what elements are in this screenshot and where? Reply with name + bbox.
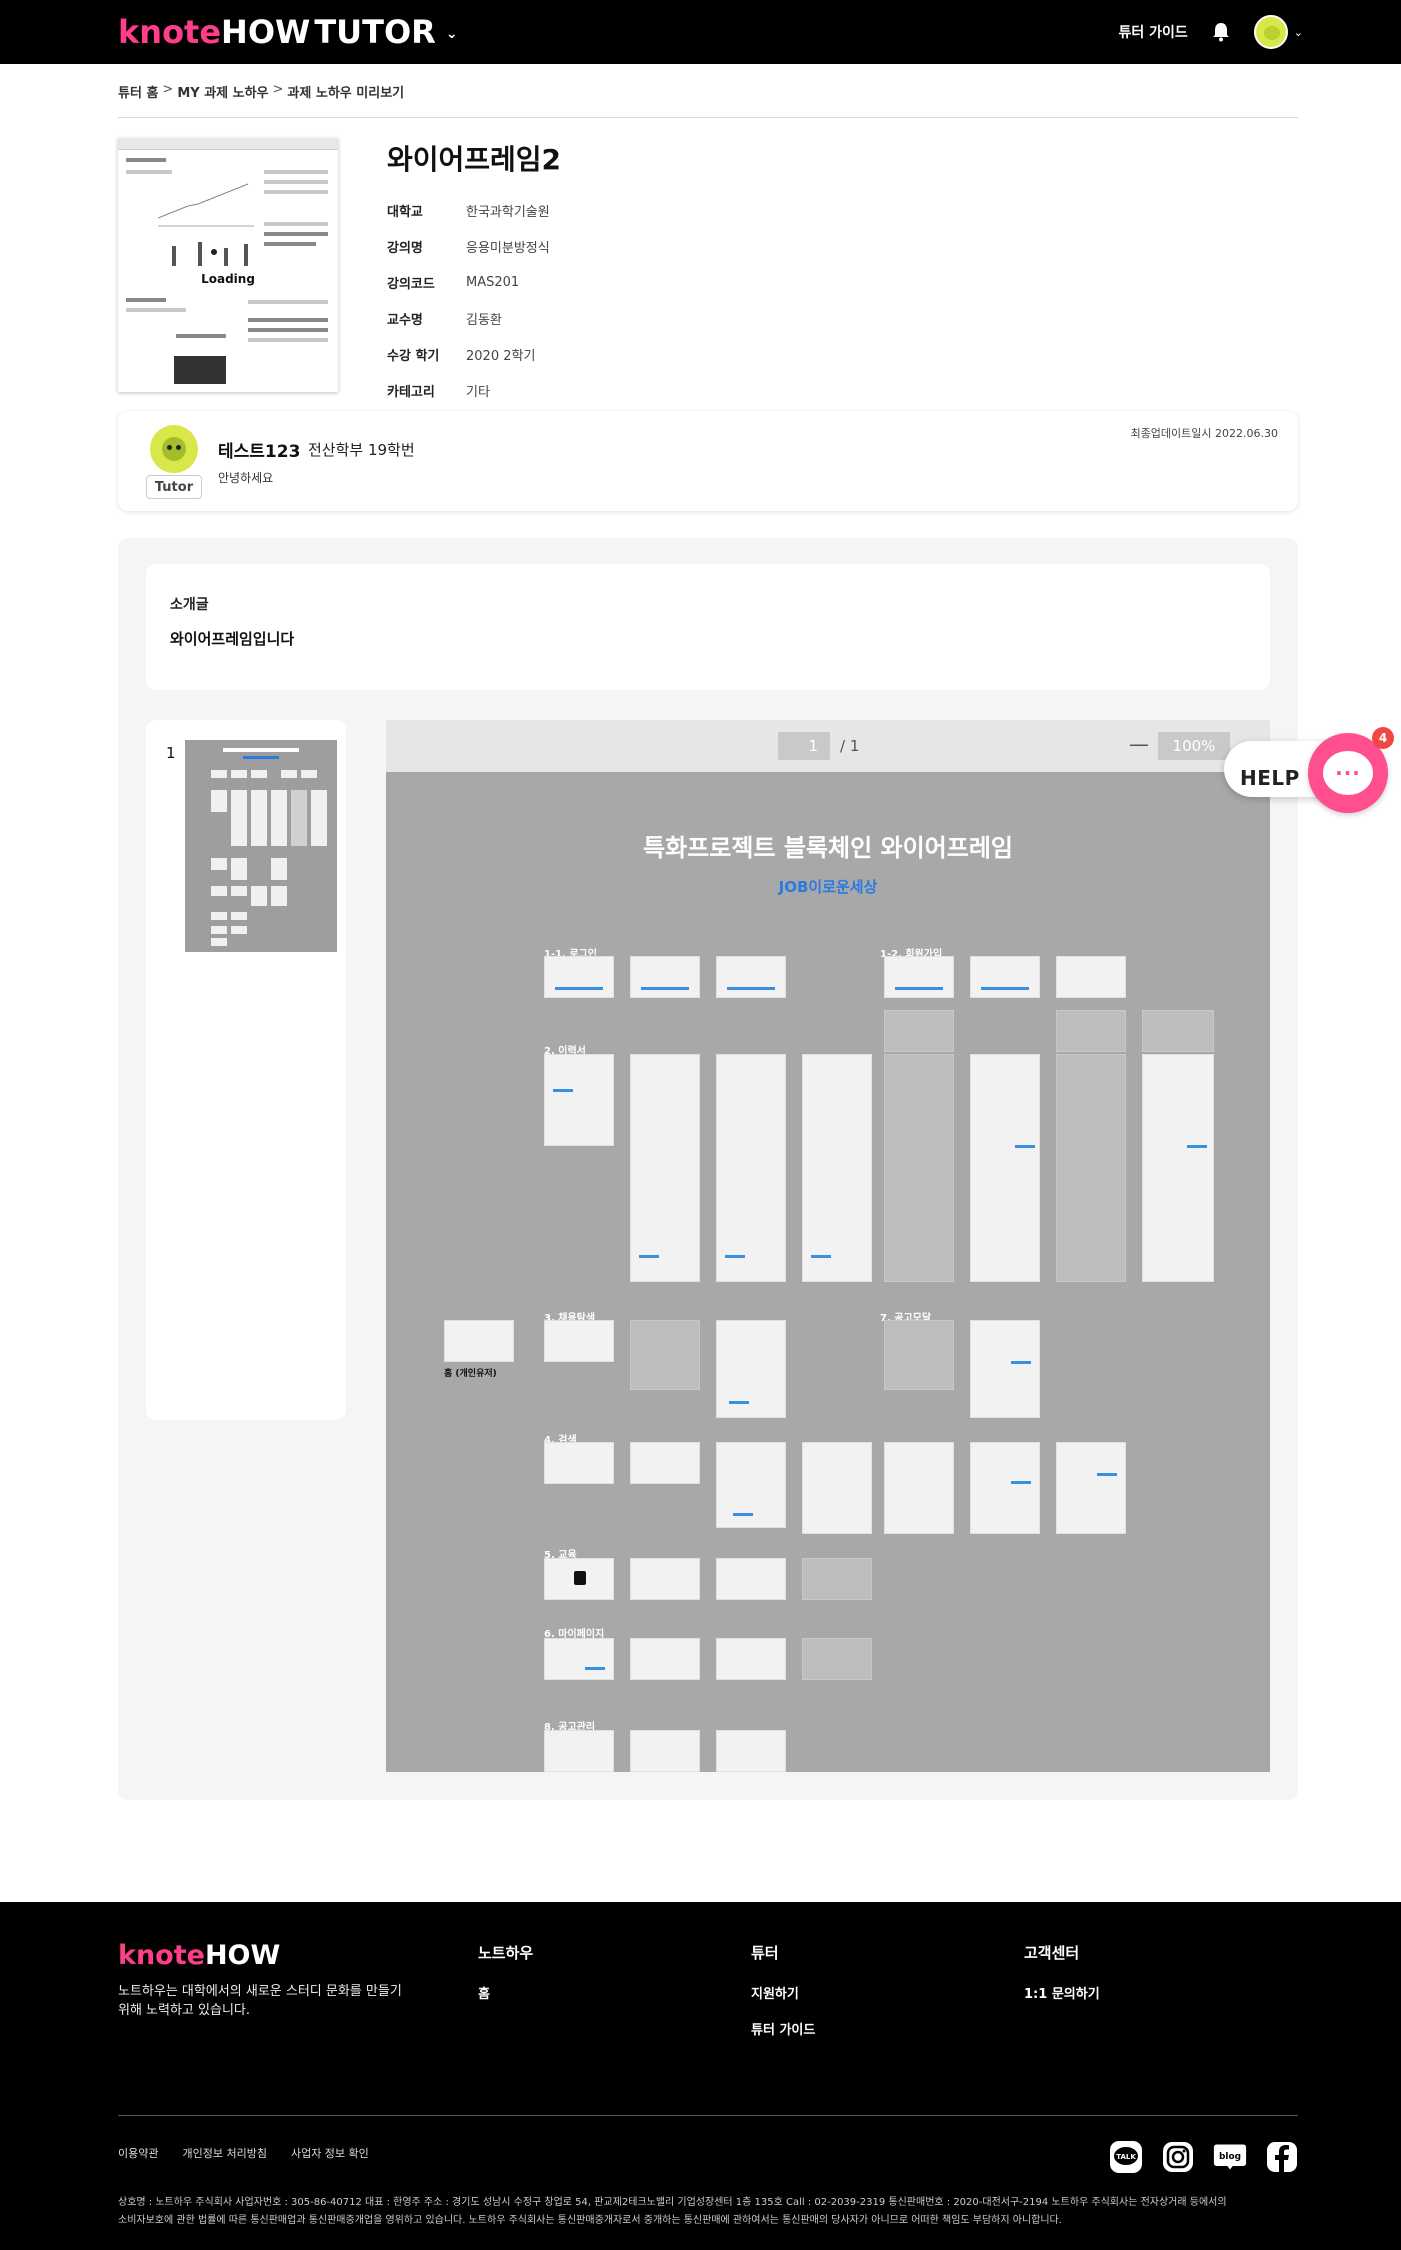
loading-text: Loading: [201, 272, 255, 286]
footer-link-inquiry[interactable]: 1:1 문의하기: [1024, 1983, 1100, 2002]
home-personal-label: 홈 (개인유저): [444, 1369, 497, 1379]
page-number-input[interactable]: 1: [778, 732, 830, 760]
blog-icon[interactable]: blog: [1213, 2140, 1247, 2174]
footer-logo[interactable]: knoteHOW: [118, 1940, 280, 1971]
privacy-link[interactable]: 개인정보 처리방침: [182, 2145, 266, 2161]
knotehow-tutor-logo[interactable]: knote HOW TUTOR ⌄: [118, 12, 458, 52]
help-label: HELP: [1240, 766, 1300, 790]
document-thumbnail: Loading: [118, 138, 338, 392]
zoom-out-button[interactable]: —: [1129, 734, 1149, 756]
footer-col-notehow: 노트하우 홈: [478, 1942, 533, 2019]
logo-note: knote: [118, 13, 222, 51]
footer-col-title: 튜터: [751, 1944, 779, 1962]
chevron-down-icon[interactable]: ⌄: [446, 26, 458, 42]
footer-logo-note: knote: [118, 1940, 205, 1971]
social-links: TALK blog: [1109, 2140, 1299, 2174]
intro-body: 와이어프레임입니다: [170, 630, 295, 648]
footer-policy-links: 이용약관 개인정보 처리방침 사업자 정보 확인: [118, 2145, 369, 2161]
wireframe-title: 특화프로젝트 블록체인 와이어프레임: [643, 834, 1013, 862]
footer-link-home[interactable]: 홈: [478, 1983, 533, 2002]
svg-text:TALK: TALK: [1116, 2153, 1136, 2161]
intro-title: 소개글: [170, 597, 209, 613]
breadcrumb-separator: >: [162, 82, 174, 97]
svg-text:blog: blog: [1219, 2152, 1241, 2162]
logo-tutor: TUTOR: [314, 13, 436, 51]
chevron-down-icon: ⌄: [1293, 25, 1303, 39]
top-header: knote HOW TUTOR ⌄ 튜터 가이드 ⌄: [0, 0, 1401, 64]
intro-card: 소개글 와이어프레임입니다: [146, 564, 1270, 690]
content-panel: 소개글 와이어프레임입니다 1 1 / 1 — 100% 특화프로젝트 블록체인…: [118, 538, 1298, 1800]
tutor-badge: Tutor: [146, 475, 202, 499]
info-value: 2020 2학기: [466, 348, 536, 364]
zoom-level[interactable]: 100%: [1158, 732, 1230, 760]
breadcrumb-tutor-home[interactable]: 튜터 홈: [118, 82, 158, 101]
info-key: 대학교: [387, 204, 423, 220]
breadcrumb: 튜터 홈 > MY 과제 노하우 > 과제 노하우 미리보기: [118, 82, 404, 101]
footer-link-tutor-guide[interactable]: 튜터 가이드: [751, 2019, 815, 2038]
help-badge: 4: [1372, 727, 1394, 749]
tutor-guide-link[interactable]: 튜터 가이드: [1119, 22, 1188, 42]
logo-how: HOW: [221, 13, 311, 51]
footer-logo-how: HOW: [204, 1940, 281, 1971]
tutor-name: 테스트123: [218, 442, 301, 462]
header-divider: [118, 117, 1298, 118]
facebook-icon[interactable]: [1265, 2140, 1299, 2174]
info-row-course-name: 강의명 응용미분방정식: [387, 228, 550, 264]
user-menu[interactable]: ⌄: [1253, 15, 1303, 49]
info-key: 강의명: [387, 240, 423, 256]
footer-link-apply[interactable]: 지원하기: [751, 1983, 815, 2002]
footer-legal: 상호명 : 노트하우 주식회사 사업자번호 : 305-86-40712 대표 …: [118, 2194, 1298, 2230]
footer-divider: [118, 2115, 1298, 2116]
kakaotalk-icon[interactable]: TALK: [1109, 2140, 1143, 2174]
business-info-link[interactable]: 사업자 정보 확인: [291, 2145, 369, 2161]
tutor-avatar: [150, 425, 198, 473]
header-actions: 튜터 가이드 ⌄: [1119, 15, 1303, 49]
info-key: 카테고리: [387, 384, 435, 400]
footer-legal-line-2: 소비자보호에 관한 법률에 따른 통신판매업과 통신판매중개업을 영위하고 있습…: [118, 2215, 1062, 2226]
tutor-profile-card: Tutor 테스트123 전산학부 19학번 안녕하세요 최종업데이트일시 20…: [118, 411, 1298, 511]
info-key: 교수명: [387, 312, 423, 328]
footer-col-title: 고객센터: [1024, 1944, 1080, 1962]
info-key: 수강 학기: [387, 348, 440, 364]
info-value: 응용미분방정식: [466, 240, 550, 256]
tutor-department: 전산학부 19학번: [308, 441, 415, 459]
total-pages: / 1: [840, 737, 860, 755]
footer-description: 노트하우는 대학에서의 새로운 스터디 문화를 만들기 위해 노력하고 있습니다…: [118, 1984, 402, 2018]
document-viewer: 1 / 1 — 100% 특화프로젝트 블록체인 와이어프레임 JOB이로운세상…: [386, 720, 1270, 1772]
viewer-toolbar: 1 / 1 — 100%: [386, 720, 1270, 772]
info-value: 기타: [466, 384, 490, 400]
wireframe-subtitle: JOB이로운세상: [778, 878, 878, 896]
footer-legal-line-1: 상호명 : 노트하우 주식회사 사업자번호 : 305-86-40712 대표 …: [118, 2197, 1227, 2208]
viewer-page-1: 특화프로젝트 블록체인 와이어프레임 JOB이로운세상 1-1. 로그인 1-2…: [390, 778, 1266, 1772]
instagram-icon[interactable]: [1161, 2140, 1195, 2174]
info-key: 강의코드: [387, 276, 435, 292]
info-row-professor: 교수명 김동환: [387, 300, 550, 336]
terms-link[interactable]: 이용약관: [118, 2145, 158, 2161]
breadcrumb-my-knowhow[interactable]: MY 과제 노하우: [177, 82, 268, 101]
tutor-greeting: 안녕하세요: [218, 471, 274, 485]
info-row-university: 대학교 한국과학기술원: [387, 192, 550, 228]
breadcrumb-preview: 과제 노하우 미리보기: [287, 86, 405, 101]
info-value: MAS201: [466, 274, 520, 290]
info-row-category: 카테고리 기타: [387, 372, 550, 408]
footer-col-tutor: 튜터 지원하기 튜터 가이드: [751, 1942, 815, 2055]
document-info-table: 대학교 한국과학기술원 강의명 응용미분방정식 강의코드 MAS201 교수명 …: [387, 192, 550, 408]
footer-col-title: 노트하우: [478, 1944, 534, 1962]
info-row-semester: 수강 학기 2020 2학기: [387, 336, 550, 372]
page-thumbnail[interactable]: [185, 740, 337, 952]
document-title: 와이어프레임2: [387, 143, 562, 176]
footer-col-support: 고객센터 1:1 문의하기: [1024, 1942, 1100, 2019]
bell-icon[interactable]: [1210, 21, 1232, 43]
footer: knoteHOW 노트하우는 대학에서의 새로운 스터디 문화를 만들기 위해 …: [0, 1902, 1401, 2250]
last-updated: 최종업데이트일시 2022.06.30: [1130, 427, 1278, 440]
avatar: [1253, 15, 1288, 49]
info-value: 한국과학기술원: [466, 204, 550, 220]
page-list-number: 1: [166, 744, 176, 762]
breadcrumb-separator: >: [272, 82, 284, 97]
page-list-panel: 1: [146, 720, 346, 1420]
info-row-course-code: 강의코드 MAS201: [387, 264, 550, 300]
help-widget[interactable]: HELP ··· 4: [1224, 727, 1394, 813]
info-value: 김동환: [466, 312, 502, 328]
